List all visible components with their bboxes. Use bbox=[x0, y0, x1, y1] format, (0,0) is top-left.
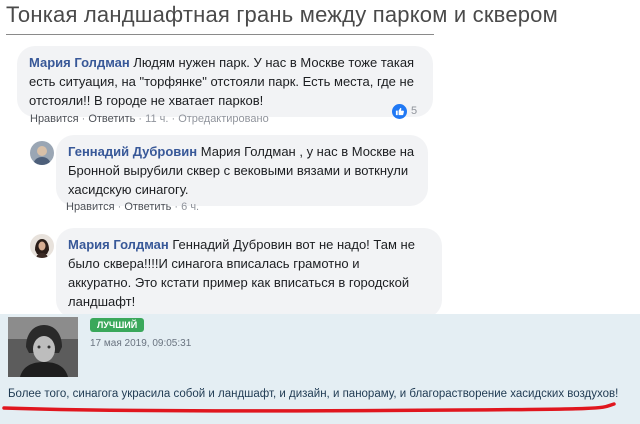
reaction-number: 5 bbox=[411, 105, 418, 117]
like-link[interactable]: Нравится bbox=[30, 113, 79, 125]
comment-date: 17 мая 2019, 09:05:31 bbox=[90, 338, 192, 349]
comment-text-line: аккуратно. Это кстати пример как вписать… bbox=[68, 275, 410, 290]
thumbs-up-icon bbox=[392, 103, 407, 119]
comment-text-line: было сквера!!!!И синагога вписалась грам… bbox=[68, 256, 360, 271]
reaction-count[interactable]: 5 bbox=[392, 103, 417, 119]
comment-bubble: Геннадий Дубровин Мария Голдман , у нас … bbox=[56, 135, 428, 206]
author-photo[interactable] bbox=[8, 317, 78, 377]
comment-author[interactable]: Геннадий Дубровин bbox=[68, 144, 197, 159]
comment-author[interactable]: Мария Голдман bbox=[68, 237, 169, 252]
comment-text-line: Геннадий Дубровин вот не надо! Там не bbox=[172, 237, 415, 252]
red-underline-mark bbox=[2, 402, 616, 413]
comment-text-line: Людям нужен парк. У нас в Москве тоже та… bbox=[133, 55, 415, 70]
comment-bubble: Мария Голдман Геннадий Дубровин вот не н… bbox=[56, 228, 442, 318]
comment-text-line: хасидскую синагогу. bbox=[68, 182, 189, 197]
avatar[interactable] bbox=[30, 141, 54, 165]
best-badge: ЛУЧШИЙ bbox=[90, 318, 145, 332]
comment-bubble: Мария Голдман Людям нужен парк. У нас в … bbox=[17, 46, 433, 117]
comment-time[interactable]: 11 ч. bbox=[145, 113, 168, 125]
reply-link[interactable]: Ответить bbox=[88, 113, 135, 125]
comment-text-line: ландшафт! bbox=[68, 294, 136, 309]
page-title: Тонкая ландшафтная грань между парком и … bbox=[6, 2, 558, 27]
comment-text-line: отстояли!! В городе не хватает парков! bbox=[29, 93, 264, 108]
comment-author[interactable]: Мария Голдман bbox=[29, 55, 130, 70]
like-link[interactable]: Нравится bbox=[66, 201, 115, 213]
title-divider bbox=[6, 34, 434, 35]
comment-text-line: есть ситуация, на "торфянке" отстояли па… bbox=[29, 74, 414, 89]
reply-link[interactable]: Ответить bbox=[124, 201, 171, 213]
avatar[interactable] bbox=[30, 234, 54, 258]
comment-text-line: Бронной вырубили сквер с вековыми вязами… bbox=[68, 163, 409, 178]
comment-actions: Нравится · Ответить · 6 ч. bbox=[66, 201, 200, 213]
comment-time[interactable]: 6 ч. bbox=[181, 201, 199, 213]
edited-label: Отредактировано bbox=[178, 113, 269, 125]
comment-actions: Нравится · Ответить · 11 ч. · Отредактир… bbox=[30, 113, 269, 125]
comment-text-line: Мария Голдман , у нас в Москве на bbox=[200, 144, 415, 159]
